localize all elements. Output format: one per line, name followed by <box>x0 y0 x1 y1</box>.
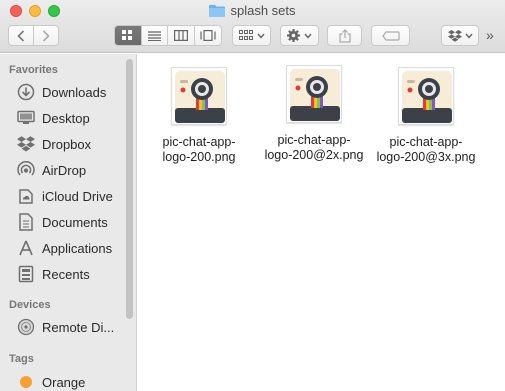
file-name-line-1: pic-chat-app- <box>389 135 463 149</box>
back-button[interactable] <box>9 26 34 45</box>
view-mode-group <box>114 25 222 46</box>
folder-icon <box>209 4 226 17</box>
chevron-right-icon <box>42 29 50 42</box>
file-grid: pic-chat-app- logo-200.png pic-chat-app-… <box>138 54 505 391</box>
share-icon <box>338 28 351 43</box>
chevron-left-icon <box>17 29 24 42</box>
sidebar-item-downloads[interactable]: Downloads <box>16 81 106 103</box>
desktop-icon <box>16 109 36 127</box>
orange-tag-dot-icon <box>16 373 36 391</box>
sidebar-item-applications[interactable]: Applications <box>16 237 112 259</box>
icloud-icon <box>16 187 36 205</box>
title-bar: splash sets » <box>0 0 505 53</box>
dropbox-icon <box>16 135 36 153</box>
camera-logo-icon <box>402 71 452 123</box>
sidebar-item-label: Documents <box>42 214 108 230</box>
sidebar-item-remote-disc[interactable]: Remote Di... <box>16 316 114 338</box>
applications-icon <box>16 239 36 257</box>
chevron-down-icon <box>304 33 312 39</box>
sidebar-item-label: Recents <box>42 266 90 282</box>
airdrop-icon <box>16 161 36 179</box>
column-view-button[interactable] <box>168 26 195 45</box>
documents-icon <box>16 213 36 231</box>
action-button[interactable] <box>280 25 319 46</box>
gear-icon <box>287 29 300 42</box>
sidebar-item-label: Downloads <box>42 84 107 100</box>
devices-header: Devices <box>9 299 51 311</box>
camera-logo-icon <box>175 71 225 123</box>
sidebar-item-tag-orange[interactable]: Orange <box>16 371 85 391</box>
file-name: pic-chat-app- logo-200@2x.png <box>254 133 374 163</box>
columns-icon <box>173 30 188 41</box>
sidebar: Favorites Downloads Desktop Dropbox AirD… <box>0 54 137 391</box>
sidebar-item-recents[interactable]: Recents <box>16 263 90 285</box>
sidebar-item-label: Orange <box>42 374 86 390</box>
file-item[interactable]: pic-chat-app- logo-200.png <box>139 67 259 165</box>
file-name: pic-chat-app- logo-200.png <box>139 135 259 165</box>
sidebar-item-airdrop[interactable]: AirDrop <box>16 159 86 181</box>
arrange-grid-icon <box>238 30 253 40</box>
sidebar-item-label: iCloud Drive <box>42 188 113 204</box>
chevron-down-icon <box>256 33 265 39</box>
file-name-line-2: logo-200@2x.png <box>264 148 364 162</box>
file-name-line-2: logo-200@3x.png <box>376 150 476 164</box>
share-button[interactable] <box>327 25 362 46</box>
file-name-line-1: pic-chat-app- <box>277 133 351 147</box>
grid-icon <box>122 30 133 40</box>
list-icon <box>147 30 161 41</box>
camera-logo-icon <box>290 69 340 121</box>
sidebar-item-dropbox[interactable]: Dropbox <box>16 133 91 155</box>
sidebar-item-label: Dropbox <box>42 136 92 152</box>
sidebar-scrollbar[interactable] <box>126 59 133 319</box>
chevron-down-icon <box>464 33 473 39</box>
list-view-button[interactable] <box>142 26 168 45</box>
tag-icon <box>381 30 400 41</box>
sidebar-item-documents[interactable]: Documents <box>16 211 108 233</box>
file-item[interactable]: pic-chat-app- logo-200@3x.png <box>366 67 486 165</box>
sidebar-item-label: Desktop <box>42 110 90 126</box>
file-name-line-2: logo-200.png <box>162 150 236 164</box>
toolbar-overflow-button[interactable]: » <box>486 27 494 43</box>
sidebar-item-label: Remote Di... <box>42 319 115 335</box>
sidebar-item-label: Applications <box>42 240 113 256</box>
forward-button[interactable] <box>34 26 58 45</box>
window-title-text: splash sets <box>230 3 296 18</box>
arrange-button[interactable] <box>232 25 271 46</box>
window-title: splash sets <box>0 3 505 21</box>
image-thumbnail <box>286 65 342 123</box>
file-name: pic-chat-app- logo-200@3x.png <box>366 135 486 165</box>
sidebar-item-desktop[interactable]: Desktop <box>16 107 90 129</box>
recents-icon <box>16 265 36 283</box>
file-name-line-1: pic-chat-app- <box>162 135 236 149</box>
cover-flow-icon <box>200 30 216 41</box>
downloads-icon <box>16 83 36 101</box>
tags-header: Tags <box>9 353 34 365</box>
dropbox-toolbar-button[interactable] <box>441 25 479 46</box>
file-item[interactable]: pic-chat-app- logo-200@2x.png <box>254 65 374 163</box>
tags-button[interactable] <box>371 25 410 46</box>
sidebar-item-icloud-drive[interactable]: iCloud Drive <box>16 185 113 207</box>
image-thumbnail <box>398 67 454 125</box>
image-thumbnail <box>171 67 227 125</box>
sidebar-item-label: AirDrop <box>42 162 87 178</box>
icon-view-button[interactable] <box>115 26 142 45</box>
cover-flow-view-button[interactable] <box>195 26 221 45</box>
finder-window: splash sets » Favorites Downloads Deskto… <box>0 0 505 391</box>
dropbox-icon <box>447 29 462 42</box>
favorites-header: Favorites <box>9 64 58 76</box>
back-forward-group <box>8 25 59 46</box>
disc-icon <box>16 318 36 336</box>
